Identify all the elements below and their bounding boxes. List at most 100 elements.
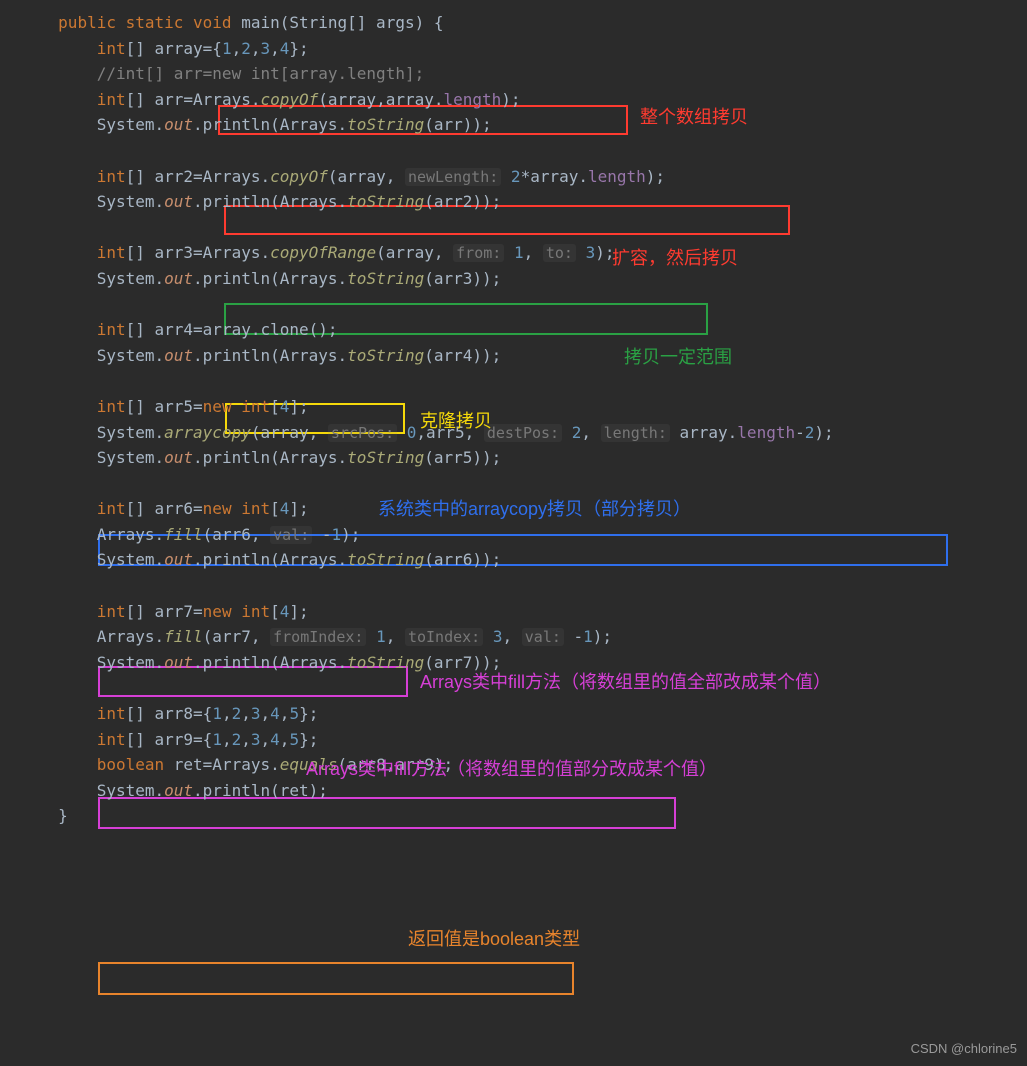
punct: ); [341,525,360,544]
keyword: public static void [58,13,231,32]
field: length [737,423,795,442]
code-text: (arr5)); [424,448,501,467]
method: toString [347,346,424,365]
annotation-3: 拷贝一定范围 [624,343,732,372]
param-hint: toIndex: [405,628,483,646]
punct: , [280,730,290,749]
code-text: [ [270,602,280,621]
punct: , [241,704,251,723]
param-hint: length: [601,424,670,442]
method: fill [164,627,203,646]
code-text: [] arr6= [126,499,203,518]
number: 2 [511,167,521,186]
number: 3 [251,704,261,723]
code-text: ret=Arrays. [164,755,280,774]
code-text: .println(Arrays. [193,192,347,211]
code-text: [ [270,499,280,518]
punct: ]; [289,499,308,518]
punct: ); [814,423,833,442]
keyword: int [97,730,126,749]
static-field: out [164,192,193,211]
keyword: boolean [97,755,164,774]
punct: , [222,730,232,749]
punct: }; [299,730,318,749]
keyword: new int [203,602,270,621]
number: 1 [212,704,222,723]
code-text: [] arr3=Arrays. [126,243,271,262]
code-text: [] arr2=Arrays. [126,167,271,186]
code-text: Arrays. [97,627,164,646]
code-text: [] arr9={ [126,730,213,749]
annotation-4: 克隆拷贝 [420,407,492,436]
code-text: (array, [376,243,453,262]
code-editor: public static void main(String[] args) {… [0,0,1027,1066]
punct: , [261,704,271,723]
code-text: (array, [251,423,328,442]
number: 2 [572,423,582,442]
number: 1 [514,243,524,262]
method: toString [347,192,424,211]
punct: ]; [289,397,308,416]
keyword: int [97,704,126,723]
method: copyOf [270,167,328,186]
code-text: .println(Arrays. [193,346,347,365]
field: length [588,167,646,186]
param-hint: newLength: [405,168,501,186]
number: 3 [251,730,261,749]
number: 5 [289,730,299,749]
annotation-6: Arrays类中fill方法（将数组里的值全部改成某个值） [420,668,831,697]
code-text: *array. [521,167,588,186]
code-text: , [386,627,405,646]
number: 5 [289,704,299,723]
method: toString [347,653,424,672]
annotation-8: 返回值是boolean类型 [408,925,580,954]
code-text: (arr7, [203,627,270,646]
number: 1 [212,730,222,749]
annotation-5: 系统类中的arraycopy拷贝（部分拷贝） [378,495,691,524]
keyword: int [97,320,126,339]
number: 4 [270,730,280,749]
code-text: [] arr4=array.clone(); [126,320,338,339]
keyword: int [97,397,126,416]
punct: }; [299,704,318,723]
number: 2 [232,704,242,723]
keyword: int [97,90,126,109]
code-text: - [312,525,331,544]
code-text: System. [97,346,164,365]
param-hint: val: [270,526,312,544]
code-text: [] arr8={ [126,704,213,723]
static-field: out [164,781,193,800]
number: 4 [280,397,290,416]
keyword: new int [203,499,270,518]
comment: //int[] arr=new int[array.length]; [97,64,425,83]
code-text: System. [97,115,164,134]
code-text: [] arr=Arrays. [126,90,261,109]
code-text: System. [97,192,164,211]
method: fill [164,525,203,544]
code-text: System. [97,781,164,800]
number: 4 [280,602,290,621]
keyword: int [97,167,126,186]
code-text: array. [670,423,737,442]
punct: , [222,704,232,723]
code-text: , [581,423,600,442]
number: 4 [280,499,290,518]
static-field: out [164,115,193,134]
static-field: out [164,448,193,467]
code-text: [] arr5= [126,397,203,416]
punct: , [261,730,271,749]
code-text: (arr2)); [424,192,501,211]
code-text: - [564,627,583,646]
code-text: Arrays. [97,525,164,544]
param-hint: srcPos: [328,424,397,442]
number: 4 [280,39,290,58]
punct: ); [593,627,612,646]
number: 2 [241,39,251,58]
highlight-box-orange [98,962,574,995]
method: toString [347,115,424,134]
punct: ); [501,90,520,109]
code-text: main(String[] args) { [232,13,444,32]
static-field: out [164,653,193,672]
number: 2 [805,423,815,442]
code-text: , [524,243,543,262]
